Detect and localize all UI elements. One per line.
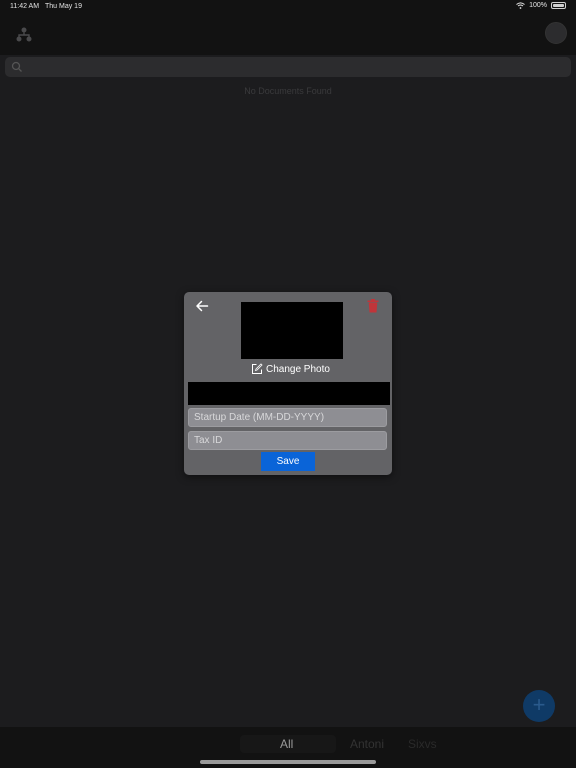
add-document-button[interactable]: + bbox=[523, 690, 555, 722]
app-header bbox=[0, 14, 576, 55]
change-photo-button[interactable]: Change Photo bbox=[251, 362, 330, 376]
avatar[interactable] bbox=[545, 22, 567, 44]
status-indicators: 100% bbox=[516, 2, 566, 9]
save-button[interactable]: Save bbox=[261, 452, 315, 471]
org-chart-icon[interactable] bbox=[15, 26, 33, 44]
battery-percent: 100% bbox=[529, 2, 547, 9]
edit-profile-modal: Change Photo Save bbox=[184, 292, 392, 475]
name-field[interactable] bbox=[188, 382, 390, 405]
battery-icon bbox=[551, 2, 566, 9]
arrow-left-icon[interactable] bbox=[195, 299, 209, 313]
empty-state-message: No Documents Found bbox=[244, 86, 332, 96]
startup-date-field[interactable] bbox=[188, 408, 387, 427]
change-photo-label: Change Photo bbox=[266, 363, 330, 375]
tab-sixvs[interactable]: Sixvs bbox=[408, 737, 437, 751]
trash-icon[interactable] bbox=[367, 299, 379, 313]
edit-icon bbox=[252, 363, 263, 374]
tab-all[interactable]: All bbox=[280, 737, 293, 751]
tax-id-field[interactable] bbox=[188, 431, 387, 450]
status-time: 11:42 AM bbox=[10, 3, 40, 10]
status-date: Thu May 19 bbox=[45, 3, 82, 10]
search-icon bbox=[11, 61, 22, 72]
plus-icon: + bbox=[532, 692, 546, 717]
home-indicator bbox=[200, 760, 376, 764]
wifi-icon bbox=[516, 2, 525, 9]
status-bar: 11:42 AM Thu May 19 100% bbox=[0, 0, 576, 14]
search-bar[interactable] bbox=[5, 57, 571, 77]
profile-photo[interactable] bbox=[241, 302, 343, 359]
tab-antoni[interactable]: Antoni bbox=[350, 737, 384, 751]
